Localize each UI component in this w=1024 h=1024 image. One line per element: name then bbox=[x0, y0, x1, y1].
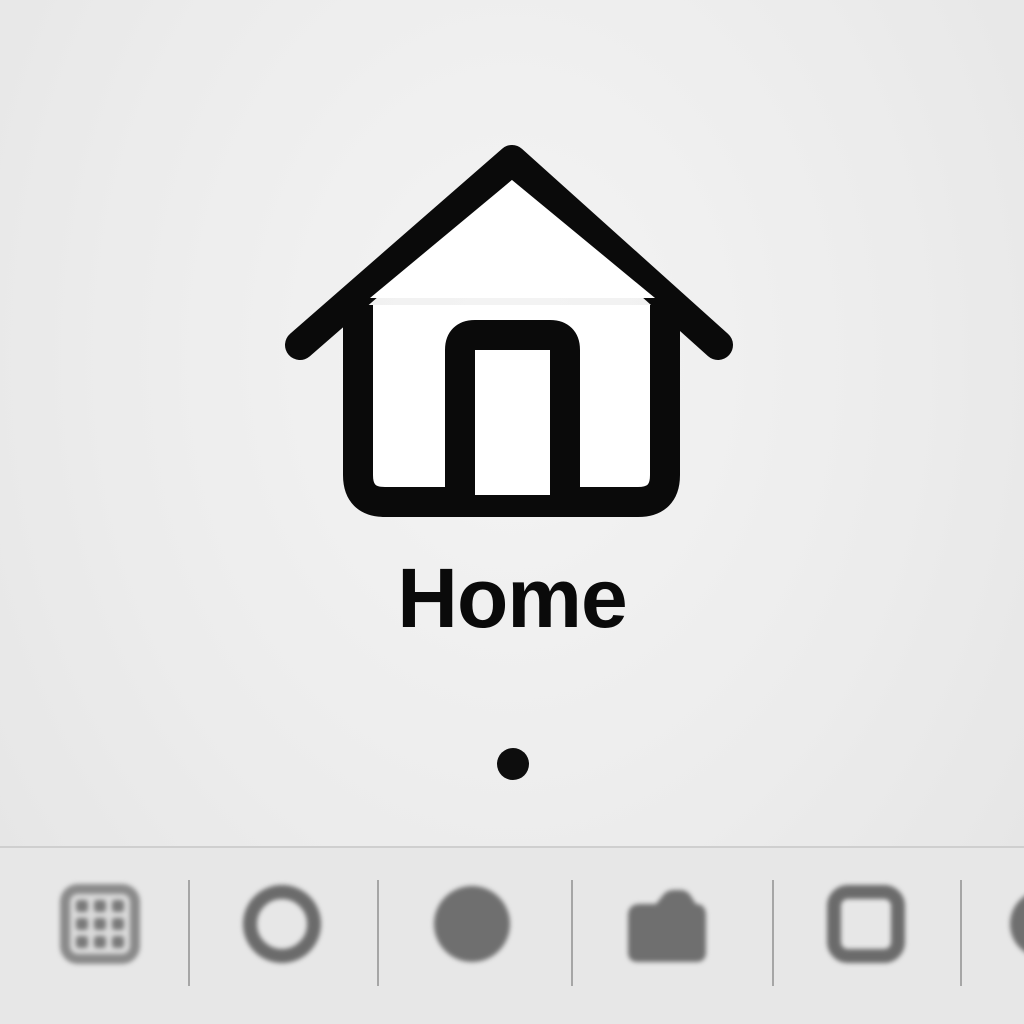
partial-icon[interactable] bbox=[996, 876, 1024, 972]
dock-separator bbox=[188, 880, 190, 986]
circle-filled-icon[interactable] bbox=[424, 876, 520, 972]
folder-icon[interactable] bbox=[618, 876, 714, 972]
circle-outline-icon[interactable] bbox=[234, 876, 330, 972]
house-icon[interactable] bbox=[270, 120, 750, 530]
dock-separator bbox=[377, 880, 379, 986]
dock-separator bbox=[772, 880, 774, 986]
page-dot-icon bbox=[497, 748, 529, 780]
square-outline-icon[interactable] bbox=[818, 876, 914, 972]
dock bbox=[0, 846, 1024, 1024]
home-title: Home bbox=[397, 551, 627, 645]
dock-separator bbox=[960, 880, 962, 986]
grid-apps-icon[interactable] bbox=[52, 876, 148, 972]
dock-separator bbox=[571, 880, 573, 986]
